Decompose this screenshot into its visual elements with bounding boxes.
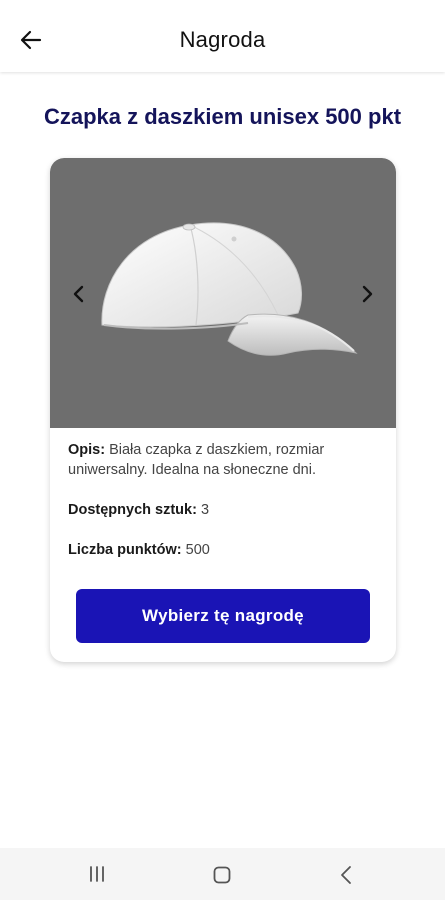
system-nav-bar [0,848,445,900]
home-button[interactable] [212,865,232,885]
points-label: Liczba punktów: [68,542,182,558]
reward-details: Opis: Biała czapka z daszkiem, rozmiar u… [68,440,388,580]
image-carousel[interactable] [50,158,396,428]
points-row: Liczba punktów: 500 [68,540,388,560]
description-label: Opis: [68,442,106,458]
chevron-right-icon [362,285,373,303]
carousel-prev-button[interactable] [66,280,90,308]
chevron-left-icon [73,285,84,303]
cap-image [98,213,363,378]
choose-reward-button[interactable]: Wybierz tę nagrodę [76,589,370,643]
available-label: Dostępnych sztuk: [68,502,197,518]
home-icon [213,866,231,884]
page-title: Nagroda [179,27,266,52]
recents-button[interactable] [86,865,108,883]
description-text: Biała czapka z daszkiem, rozmiar uniwers… [68,442,325,478]
system-back-button[interactable] [336,864,356,886]
reward-title: Czapka z daszkiem unisex 500 pkt [43,104,402,129]
reward-card: Opis: Biała czapka z daszkiem, rozmiar u… [50,158,396,662]
recents-icon [90,866,104,882]
back-icon [341,866,351,884]
description-row: Opis: Biała czapka z daszkiem, rozmiar u… [68,440,388,480]
available-value: 3 [200,502,210,518]
points-value: 500 [185,542,210,558]
app-bar: Nagroda [0,0,445,72]
available-row: Dostępnych sztuk: 3 [68,500,388,520]
carousel-next-button[interactable] [356,280,380,308]
